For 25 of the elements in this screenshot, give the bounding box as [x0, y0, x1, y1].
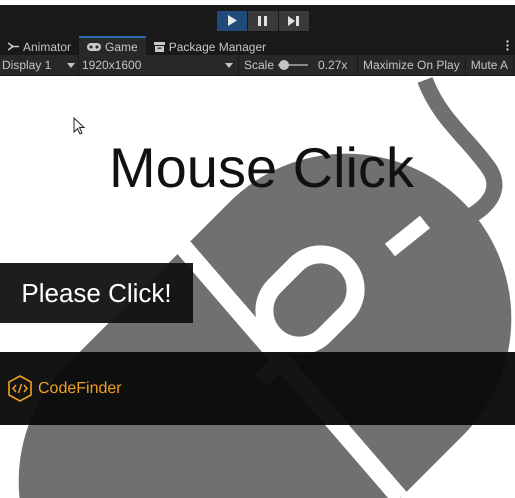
brand-name: CodeFinder	[38, 378, 122, 398]
display-dropdown[interactable]: Display 1	[0, 55, 79, 75]
play-icon	[226, 15, 236, 26]
code-logo-icon	[8, 375, 32, 402]
gamepad-icon	[87, 42, 102, 50]
branch-icon	[8, 42, 19, 51]
caret-icon	[67, 62, 75, 68]
caret-icon	[225, 62, 233, 68]
game-title: Mouse Click	[109, 140, 414, 196]
toolbar-button[interactable]: Mute A	[466, 55, 514, 75]
cursor-icon	[73, 117, 85, 135]
box-icon	[154, 42, 165, 52]
scale-value: 0.27x	[318, 57, 348, 74]
step-button[interactable]	[278, 10, 308, 30]
scale-label: Scale	[244, 57, 274, 74]
resolution-dropdown[interactable]: 1920x1600	[79, 55, 239, 75]
toolbar-button[interactable]: Maximize On Play	[358, 55, 466, 75]
step-icon	[288, 16, 299, 26]
pause-button[interactable]	[248, 10, 278, 30]
slider-thumb[interactable]	[279, 60, 290, 70]
more-icon[interactable]	[506, 40, 509, 51]
play-button[interactable]	[216, 10, 246, 30]
pause-icon	[258, 16, 267, 26]
please-click-button[interactable]: Please Click!	[0, 263, 193, 323]
tab[interactable]: Game	[79, 36, 146, 55]
